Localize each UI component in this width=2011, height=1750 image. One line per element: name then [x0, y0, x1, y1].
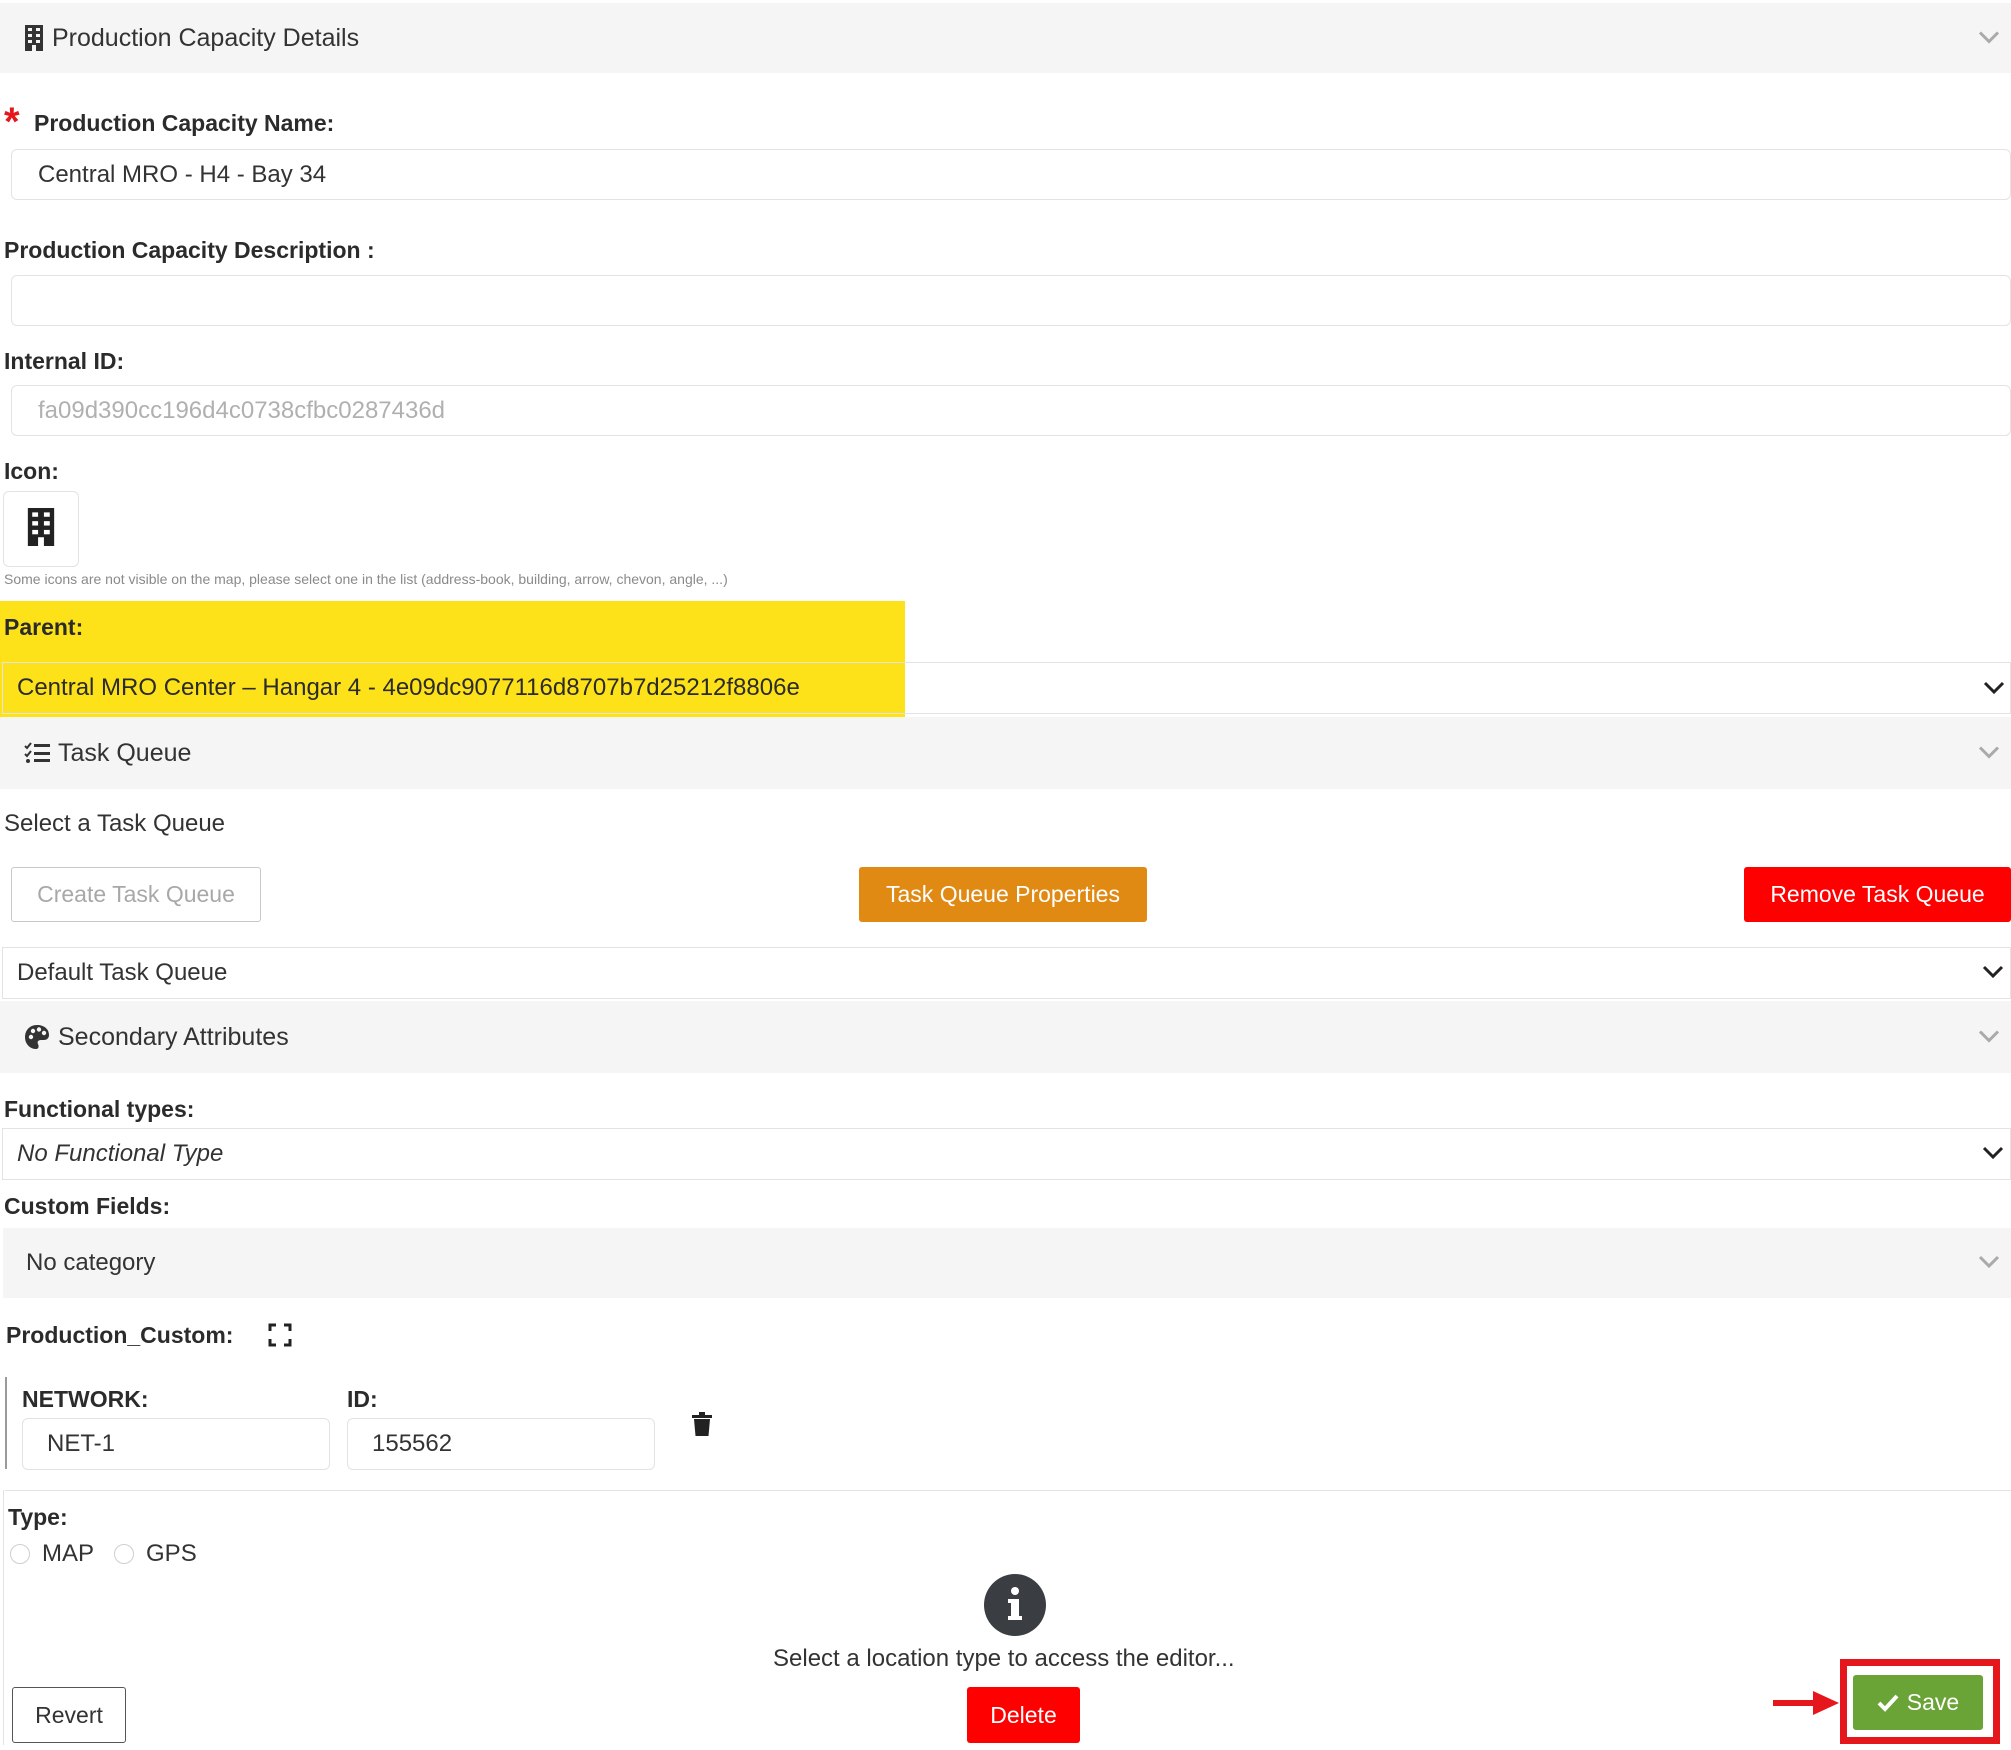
name-label: Production Capacity Name:: [34, 110, 335, 136]
expand-icon[interactable]: [268, 1323, 292, 1352]
id-value: 155562: [372, 1430, 453, 1457]
task-queue-section-header[interactable]: Task Queue: [0, 717, 2011, 789]
internal-id-value: fa09d390cc196d4c0738cfbc0287436d: [38, 396, 446, 424]
chevron-down-icon[interactable]: [1977, 24, 2001, 53]
palette-icon: [24, 1024, 50, 1050]
gps-option-label: GPS: [146, 1540, 197, 1567]
internal-id-field: fa09d390cc196d4c0738cfbc0287436d: [11, 385, 2011, 436]
trash-icon[interactable]: [692, 1412, 712, 1441]
parent-label: Parent:: [4, 614, 84, 640]
id-field[interactable]: 155562: [347, 1418, 655, 1470]
chevron-down-icon[interactable]: [1983, 680, 2005, 701]
divider: [5, 1490, 2011, 1491]
name-field[interactable]: Central MRO - H4 - Bay 34: [11, 149, 2011, 200]
details-section-title: Production Capacity Details: [52, 23, 360, 52]
chevron-down-icon[interactable]: [1977, 739, 2001, 768]
annotation-arrow: [1773, 1688, 1839, 1723]
functional-types-select[interactable]: No Functional Type: [2, 1128, 2011, 1180]
save-button[interactable]: Save: [1853, 1675, 1983, 1730]
description-field[interactable]: [11, 275, 2011, 326]
custom-field-row-border: [5, 1377, 7, 1469]
info-icon: [984, 1574, 1046, 1641]
network-field[interactable]: NET-1: [22, 1418, 330, 1470]
create-task-queue-button[interactable]: Create Task Queue: [11, 867, 261, 922]
icon-picker[interactable]: [3, 491, 79, 567]
task-queue-prompt: Select a Task Queue: [4, 810, 226, 837]
parent-value: Central MRO Center – Hangar 4 - 4e09dc90…: [17, 674, 800, 701]
remove-task-queue-button[interactable]: Remove Task Queue: [1744, 867, 2011, 922]
delete-button[interactable]: Delete: [967, 1687, 1080, 1743]
network-value: NET-1: [47, 1430, 116, 1457]
secondary-section-header[interactable]: Secondary Attributes: [0, 1001, 2011, 1073]
chevron-down-icon: [1982, 959, 2004, 987]
building-icon: [26, 507, 56, 551]
functional-types-label: Functional types:: [4, 1096, 195, 1122]
building-icon: [24, 25, 44, 51]
custom-fields-label: Custom Fields:: [4, 1193, 171, 1219]
task-list-icon: [24, 742, 50, 764]
task-queue-properties-button[interactable]: Task Queue Properties: [859, 867, 1147, 922]
chevron-down-icon: [1982, 1140, 2004, 1168]
id-label: ID:: [347, 1386, 378, 1412]
icon-label: Icon:: [4, 458, 59, 484]
location-panel-border: [3, 1490, 4, 1745]
custom-group-label: Production_Custom:: [6, 1322, 234, 1348]
network-label: NETWORK:: [22, 1386, 149, 1412]
type-label: Type:: [8, 1504, 68, 1530]
required-asterisk: *: [4, 100, 20, 144]
map-option-label: MAP: [42, 1540, 95, 1567]
gps-radio[interactable]: [114, 1544, 135, 1564]
task-queue-section-title: Task Queue: [58, 738, 192, 767]
name-value: Central MRO - H4 - Bay 34: [38, 160, 327, 188]
task-queue-select[interactable]: Default Task Queue: [2, 947, 2011, 999]
secondary-section-title: Secondary Attributes: [58, 1022, 289, 1051]
icon-hint: Some icons are not visible on the map, p…: [4, 571, 728, 587]
chevron-down-icon[interactable]: [1977, 1023, 2001, 1052]
save-label: Save: [1906, 1689, 1960, 1715]
category-header[interactable]: No category: [3, 1228, 2011, 1298]
location-message: Select a location type to access the edi…: [773, 1645, 1235, 1672]
type-radio-group: MAP GPS: [10, 1540, 197, 1568]
revert-button[interactable]: Revert: [12, 1687, 126, 1743]
internal-id-label: Internal ID:: [4, 348, 125, 374]
map-radio[interactable]: [10, 1544, 30, 1564]
task-queue-value: Default Task Queue: [17, 959, 228, 986]
details-section-header[interactable]: Production Capacity Details: [0, 3, 2011, 73]
chevron-down-icon: [1977, 1249, 2001, 1277]
check-icon: [1877, 1694, 1899, 1712]
functional-types-value: No Functional Type: [17, 1140, 224, 1167]
category-title: No category: [26, 1249, 156, 1276]
description-label: Production Capacity Description :: [4, 237, 375, 263]
